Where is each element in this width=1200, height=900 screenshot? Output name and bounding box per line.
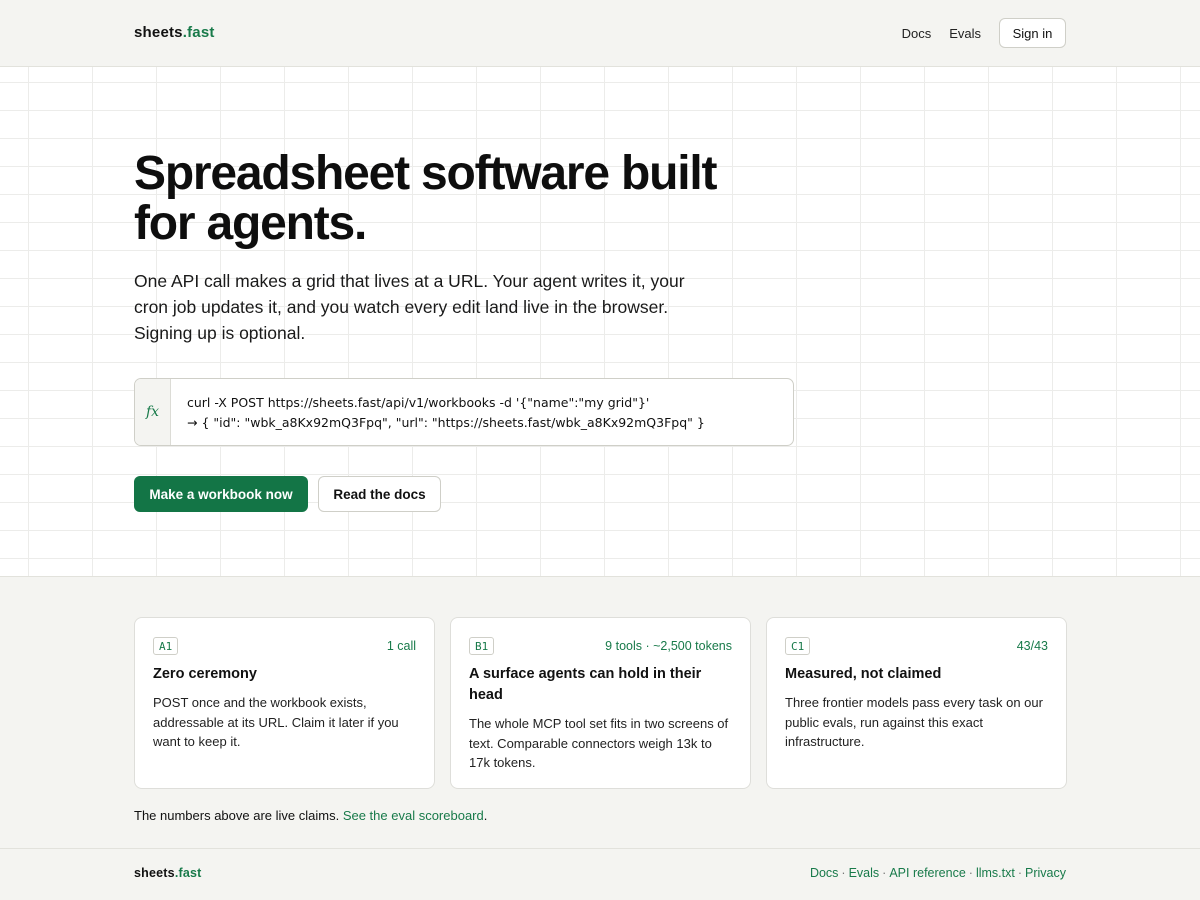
feature-card-b1: B1 9 tools · ~2,500 tokens A surface age… <box>450 617 751 789</box>
card-body: The whole MCP tool set fits in two scree… <box>469 716 729 770</box>
footer-link-evals[interactable]: Evals <box>849 866 880 880</box>
brand-logo[interactable]: sheets.fast <box>134 24 215 41</box>
footer-separator: · <box>968 866 973 880</box>
footnote-end: . <box>483 808 488 823</box>
hero-section: Spreadsheet software built for agents. O… <box>0 67 1200 577</box>
eval-scoreboard-link[interactable]: See the eval scoreboard <box>343 808 484 823</box>
code-example: fx curl -X POST https://sheets.fast/api/… <box>134 378 794 446</box>
card-metric: 1 call <box>386 638 416 653</box>
brand-accent: .fast <box>182 24 215 41</box>
nav-docs-link[interactable]: Docs <box>902 26 932 41</box>
card-body: Three frontier models pass every task on… <box>785 695 1043 749</box>
card-header: B1 9 tools · ~2,500 tokens <box>469 636 732 655</box>
card-title: A surface agents can hold in their head <box>469 666 702 703</box>
top-bar: sheets.fast Docs Evals Sign in <box>0 0 1200 67</box>
card-metric: 43/43 <box>1016 638 1048 653</box>
footer-link-llms-txt[interactable]: llms.txt <box>976 866 1015 880</box>
cta-row: Make a workbook now Read the docs <box>134 476 441 512</box>
footnote-text: The numbers above are live claims. <box>134 808 343 823</box>
code-command: curl -X POST https://sheets.fast/api/v1/… <box>187 395 650 410</box>
cell-ref-badge: C1 <box>785 636 811 655</box>
fx-icon: fx <box>135 379 171 445</box>
footer-link-privacy[interactable]: Privacy <box>1025 866 1066 880</box>
site-footer: sheets.fast Docs · Evals · API reference · llm… <box>0 849 1200 899</box>
code-lines: curl -X POST https://sheets.fast/api/v1/… <box>171 379 705 445</box>
read-docs-button[interactable]: Read the docs <box>318 476 441 512</box>
code-response: → { "id": "wbk_a8Kx92mQ3Fpq", "url": "ht… <box>187 415 705 430</box>
footer-links: Docs · Evals · API reference · llms.txt · Privac… <box>810 866 1066 880</box>
top-nav: Docs Evals Sign in <box>902 18 1066 48</box>
footer-separator: · <box>882 866 887 880</box>
footer-brand-accent: .fast <box>174 866 202 880</box>
live-claims-note: The numbers above are live claims. See t… <box>134 808 487 823</box>
card-header: A1 1 call <box>153 636 416 655</box>
footer-separator: · <box>1017 866 1023 880</box>
card-title: Zero ceremony <box>153 666 257 682</box>
footer-link-api-reference[interactable]: API reference <box>889 866 965 880</box>
make-workbook-button[interactable]: Make a workbook now <box>134 476 308 512</box>
footer-separator: · <box>841 866 846 880</box>
card-header: C1 43/43 <box>785 636 1048 655</box>
features-section: A1 1 call Zero ceremony POST once and th… <box>0 577 1200 849</box>
footer-brand[interactable]: sheets.fast <box>134 866 202 880</box>
hero-subhead: One API call makes a grid that lives at … <box>134 271 685 343</box>
nav-evals-link[interactable]: Evals <box>949 26 981 41</box>
card-metric: 9 tools · ~2,500 tokens <box>605 638 732 653</box>
feature-cards: A1 1 call Zero ceremony POST once and th… <box>134 617 1067 789</box>
footer-brand-name: sheets <box>134 866 175 880</box>
page-title: Spreadsheet software built for agents. <box>134 147 717 250</box>
brand-name: sheets <box>134 24 183 41</box>
cell-ref-badge: A1 <box>153 636 179 655</box>
cell-ref-badge: B1 <box>469 636 495 655</box>
card-body: POST once and the workbook exists, addre… <box>153 695 399 749</box>
feature-card-a1: A1 1 call Zero ceremony POST once and th… <box>134 617 435 789</box>
feature-card-c1: C1 43/43 Measured, not claimed Three fro… <box>766 617 1067 789</box>
footer-link-docs[interactable]: Docs <box>810 866 838 880</box>
card-title: Measured, not claimed <box>785 666 942 682</box>
sign-in-button[interactable]: Sign in <box>999 18 1066 48</box>
